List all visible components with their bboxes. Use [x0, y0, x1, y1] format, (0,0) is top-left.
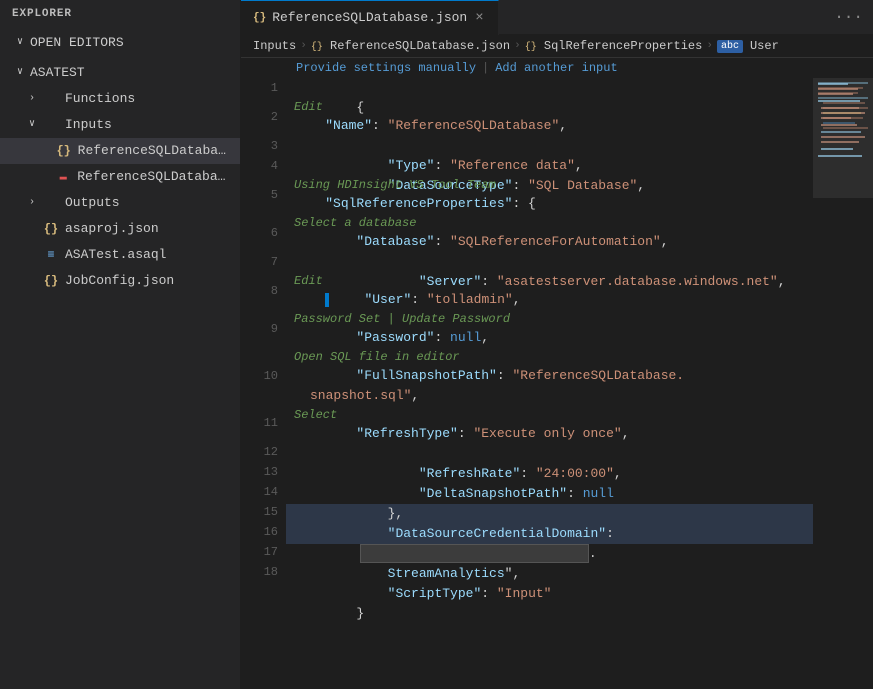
open-editors-section: ∨ OPEN EDITORS — [0, 28, 240, 58]
inputs-arrow: ∨ — [24, 114, 40, 136]
code-line-10: Open SQL file in editor "FullSnapshotPat… — [286, 348, 813, 406]
breadcrumb-user[interactable]: abc — [717, 40, 743, 53]
asatest-arrow: ∨ — [12, 62, 28, 84]
add-input-link[interactable]: Add another input — [495, 61, 617, 75]
functions-arrow: › — [24, 88, 40, 110]
breadcrumb-sep-2: › — [514, 40, 521, 52]
folder-open-icon — [42, 116, 60, 134]
code-editor[interactable]: { Edit "Name": "ReferenceSQLDatabase", "… — [286, 78, 813, 689]
line-11: 11 — [241, 404, 278, 442]
json-icon: {} — [55, 142, 73, 160]
inputs-label: Inputs — [65, 114, 112, 136]
line-9: 9 — [241, 310, 278, 348]
editor-area: {} ReferenceSQLDatabase.json × ··· Input… — [241, 0, 873, 689]
folder-outputs-icon — [42, 194, 60, 212]
tab-json-icon: {} — [253, 12, 266, 24]
line-3: 3 — [241, 136, 278, 156]
sidebar-item-asaproj[interactable]: › {} asaproj.json — [0, 216, 240, 242]
editor-tab[interactable]: {} ReferenceSQLDatabase.json × — [241, 0, 499, 35]
asatest-section: ∨ ASATEST › Functions ∨ Inputs › {} Refe… — [0, 58, 240, 296]
sidebar-item-ref-json[interactable]: › {} ReferenceSQLDatabase.json — [0, 138, 240, 164]
line-numbers: 1 2 3 4 5 6 7 8 9 10 11 12 13 14 15 16 1… — [241, 78, 286, 689]
explorer-header: EXPLORER — [0, 0, 240, 28]
code-line-6: Select a database "Database": "SQLRefere… — [286, 214, 813, 252]
line-17: 17 — [241, 542, 278, 562]
line-16: 16 — [241, 522, 278, 542]
breadcrumb-inputs[interactable]: Inputs — [253, 39, 296, 53]
asaproj-label: asaproj.json — [65, 218, 159, 240]
asaproj-icon: {} — [42, 220, 60, 238]
line-7: 7 — [241, 252, 278, 272]
tab-bar: {} ReferenceSQLDatabase.json × ··· — [241, 0, 873, 35]
line-2: 2 — [241, 98, 278, 136]
sidebar-item-functions[interactable]: › Functions — [0, 86, 240, 112]
sidebar: EXPLORER ∨ OPEN EDITORS ∨ ASATEST › Func… — [0, 0, 241, 689]
edit-actions-bar: Provide settings manually | Add another … — [241, 58, 873, 78]
line-18: 18 — [241, 562, 278, 582]
line-14: 14 — [241, 482, 278, 502]
line-6: 6 — [241, 214, 278, 252]
tab-more-button[interactable]: ··· — [824, 8, 873, 26]
snap-icon: ▬ — [54, 168, 72, 186]
sidebar-item-ref-sn[interactable]: › ▬ ReferenceSQLDatabase.sn... — [0, 164, 240, 190]
editor-content: 1 2 3 4 5 6 7 8 9 10 11 12 13 14 15 16 1… — [241, 78, 873, 689]
line-15: 15 — [241, 502, 278, 522]
line-12: 12 — [241, 442, 278, 462]
sidebar-item-inputs[interactable]: ∨ Inputs — [0, 112, 240, 138]
tab-label: ReferenceSQLDatabase.json — [272, 10, 467, 25]
breadcrumb-json-file[interactable]: {} ReferenceSQLDatabase.json — [311, 39, 510, 53]
breadcrumb-sep-1: › — [300, 40, 307, 52]
line-10: 10 — [241, 348, 278, 404]
asaql-label: ASATest.asaql — [65, 244, 166, 266]
outputs-arrow: › — [24, 192, 40, 214]
provide-settings-link[interactable]: Provide settings manually — [296, 61, 476, 75]
code-line-3: "Type": "Reference data", — [286, 136, 813, 156]
functions-label: Functions — [65, 88, 135, 110]
sidebar-item-jobconfig[interactable]: › {} JobConfig.json — [0, 268, 240, 294]
open-editors-arrow: ∨ — [12, 32, 28, 54]
asatest-label: ASATEST — [30, 62, 85, 84]
ref-sn-label: ReferenceSQLDatabase.sn... — [77, 166, 232, 188]
breadcrumb-user-text: User — [750, 39, 779, 53]
minimap-canvas — [813, 78, 873, 418]
line-4: 4 — [241, 156, 278, 176]
open-editors-toggle[interactable]: ∨ OPEN EDITORS — [0, 30, 240, 56]
jobconfig-icon: {} — [42, 272, 60, 290]
open-editors-label: OPEN EDITORS — [30, 32, 124, 54]
sidebar-item-outputs[interactable]: › Outputs — [0, 190, 240, 216]
minimap — [813, 78, 873, 689]
breadcrumb: Inputs › {} ReferenceSQLDatabase.json › … — [241, 35, 873, 58]
line-1: 1 — [241, 78, 278, 98]
code-line-11: Select "RefreshType": "Execute only once… — [286, 406, 813, 444]
folder-icon — [42, 90, 60, 108]
code-line-9: Password Set | Update Password "Password… — [286, 310, 813, 348]
breadcrumb-sql-props[interactable]: {} SqlReferenceProperties — [525, 39, 703, 53]
code-line-8: Edit "User": "tolladmin", — [286, 272, 813, 310]
jobconfig-label: JobConfig.json — [65, 270, 174, 292]
line-5: 5 — [241, 176, 278, 214]
sidebar-item-asaql[interactable]: › ≡ ASATest.asaql — [0, 242, 240, 268]
code-line-1: { — [286, 78, 813, 98]
action-separator: | — [482, 61, 489, 75]
asatest-toggle[interactable]: ∨ ASATEST — [0, 60, 240, 86]
code-line-12: "RefreshRate": "24:00:00", — [286, 444, 813, 464]
ref-json-label: ReferenceSQLDatabase.json — [78, 140, 232, 162]
code-line-7: "Server": "asatestserver.database.window… — [286, 252, 813, 272]
outputs-label: Outputs — [65, 192, 120, 214]
tab-close-button[interactable]: × — [473, 10, 485, 26]
code-line-2: Edit "Name": "ReferenceSQLDatabase", — [286, 98, 813, 136]
asaql-icon: ≡ — [42, 246, 60, 264]
line-13: 13 — [241, 462, 278, 482]
breadcrumb-sep-3: › — [706, 40, 713, 52]
line-8: 8 — [241, 272, 278, 310]
